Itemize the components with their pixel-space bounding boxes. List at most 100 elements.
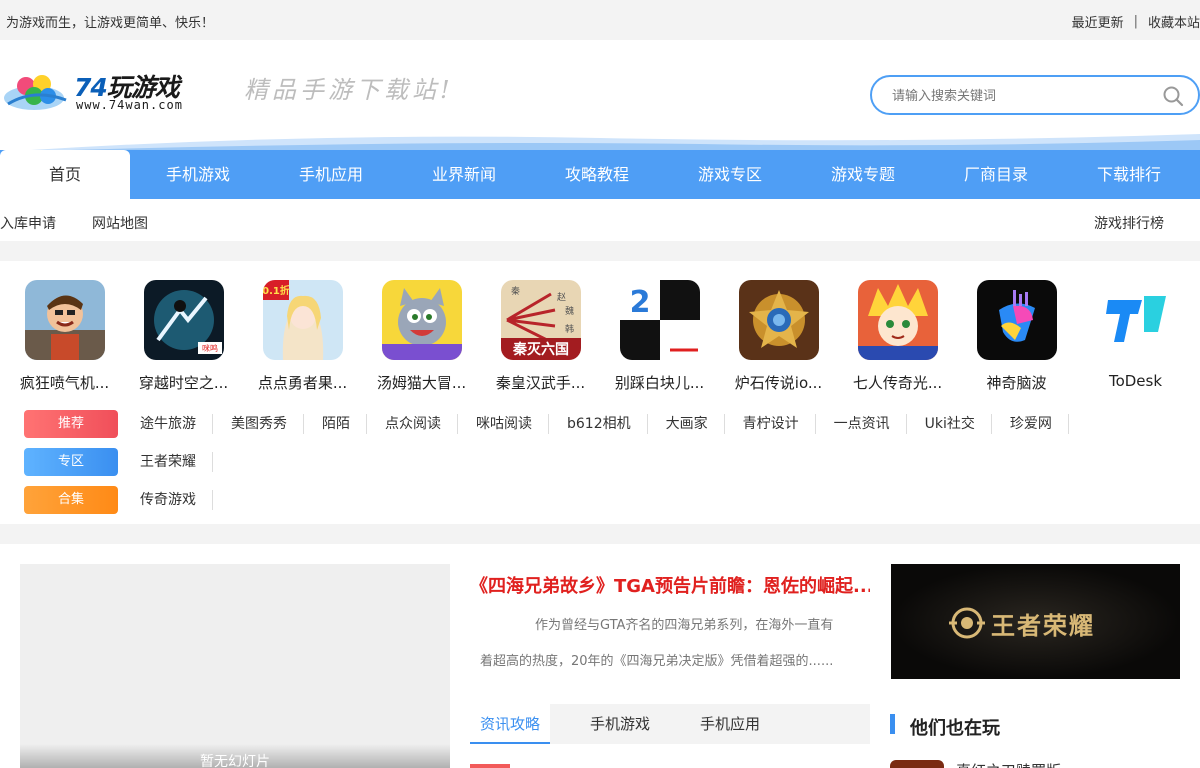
tom-cat-game-icon (381, 280, 462, 360)
app-item[interactable]: 神奇脑波 (957, 280, 1076, 392)
logo-ball-icon (4, 75, 67, 110)
search-icon[interactable] (1162, 85, 1184, 107)
app-label: 别踩白块儿... (614, 374, 705, 392)
slideshow-caption: 暂无幻灯片 (20, 744, 450, 768)
honor-of-kings-banner[interactable]: 王者荣耀 (891, 564, 1180, 679)
nav-industry-news[interactable]: 业界新闻 (399, 150, 529, 199)
collection-links: 传奇游戏 (122, 486, 213, 514)
app-icon-text: 韩 (565, 323, 574, 335)
site-header: 74玩游戏 www.74wan.com 精品手游下载站! (0, 40, 1200, 150)
site-slogan: 为游戏而生，让游戏更简单、快乐！ (6, 16, 215, 31)
game-emblem-icon (949, 607, 985, 639)
nav-mobile-games[interactable]: 手机游戏 (133, 150, 263, 199)
app-item[interactable]: 汤姆猫大冒... (362, 280, 481, 392)
time-travel-game-icon: 咪鸣 (143, 280, 224, 360)
nav-guides[interactable]: 攻略教程 (532, 150, 662, 199)
others-playing-header: 他们也在玩 (890, 712, 1190, 742)
app-icon-text: 秦灭六国 (512, 341, 569, 358)
main-nav: 首页 手机游戏 手机应用 业界新闻 攻略教程 游戏专区 游戏专题 厂商目录 下载… (0, 150, 1200, 199)
featured-apps: 疯狂喷气机... 咪鸣 穿越时空之... 0.1折 点点勇者果... 汤姆猫大冒… (0, 261, 1200, 524)
recommend-links: 途牛旅游 美图秀秀 陌陌 点众阅读 咪咕阅读 b612相机 大画家 青柠设计 一… (122, 410, 1069, 438)
nav-download-rank[interactable]: 下载排行 (1064, 150, 1194, 199)
app-item[interactable]: 0.1折 点点勇者果... (243, 280, 362, 392)
site-logo[interactable]: 74玩游戏 www.74wan.com (4, 66, 214, 116)
app-label: 点点勇者果... (257, 374, 348, 392)
hearthstone-icon (738, 280, 819, 360)
brave-hero-game-icon: 0.1折 (262, 280, 343, 360)
recommend-tag[interactable]: 推荐 (24, 410, 118, 438)
jetpack-game-icon (24, 280, 105, 360)
content-tabs: 资讯攻略 手机游戏 手机应用 (470, 704, 870, 744)
tag-link[interactable]: 途牛旅游 (122, 414, 213, 434)
tag-link[interactable]: 青柠设计 (725, 414, 816, 434)
tag-link[interactable]: b612相机 (549, 414, 648, 434)
app-item[interactable]: 七人传奇光... (838, 280, 957, 392)
bookmark-link[interactable]: 收藏本站 (1148, 12, 1200, 31)
game-title[interactable]: 真红之刃赎罪版 (956, 760, 1061, 768)
app-icon-text: 秦 (511, 285, 520, 297)
news-summary-line1: 作为曾经与GTA齐名的四海兄弟系列，在海外一直有 (535, 618, 834, 633)
nav-game-zones[interactable]: 游戏专区 (665, 150, 795, 199)
app-label: 穿越时空之... (138, 374, 229, 392)
zone-tag[interactable]: 专区 (24, 448, 118, 476)
todesk-icon (1095, 280, 1176, 360)
top-bar: 为游戏而生，让游戏更简单、快乐！ 最近更新 | 收藏本站 (0, 0, 1200, 40)
nav-home[interactable]: 首页 (0, 150, 130, 199)
top-links: 最近更新 | 收藏本站 (1072, 12, 1200, 31)
app-label: 神奇脑波 (986, 374, 1047, 392)
list-marker (470, 764, 510, 768)
app-item[interactable]: 炉石传说io... (719, 280, 838, 392)
zone-row: 专区 王者荣耀 (0, 448, 1200, 476)
search-input[interactable] (892, 85, 1152, 105)
tab-mobile-apps[interactable]: 手机应用 (690, 704, 770, 744)
seven-deadly-sins-icon (857, 280, 938, 360)
tab-mobile-games[interactable]: 手机游戏 (580, 704, 660, 744)
app-icon-text: 魏 (565, 305, 574, 317)
collection-tag[interactable]: 合集 (24, 486, 118, 514)
apply-link[interactable]: 入库申请 (0, 213, 56, 233)
app-item[interactable]: ToDesk (1076, 280, 1195, 392)
qin-han-game-icon: 秦 赵 魏 韩 秦灭六国 (500, 280, 581, 360)
tag-link[interactable]: 珍爱网 (992, 414, 1069, 434)
section-accent-bar (890, 714, 895, 734)
tag-link[interactable]: 传奇游戏 (122, 490, 213, 510)
zone-links: 王者荣耀 (122, 448, 213, 476)
app-icon-text: 2 (629, 285, 650, 320)
tag-link[interactable]: 陌陌 (304, 414, 367, 434)
app-item[interactable]: 疯狂喷气机... (5, 280, 124, 392)
tag-link[interactable]: 咪咕阅读 (458, 414, 549, 434)
tab-news-guides[interactable]: 资讯攻略 (470, 704, 550, 744)
app-item[interactable]: 秦 赵 魏 韩 秦灭六国 秦皇汉武手... (481, 280, 600, 392)
app-item[interactable]: 2 别踩白块儿... (600, 280, 719, 392)
separator: | (1133, 14, 1138, 29)
tag-link[interactable]: 大画家 (648, 414, 725, 434)
tag-link[interactable]: 点众阅读 (367, 414, 458, 434)
logo-domain: www.74wan.com (76, 98, 183, 112)
app-label: ToDesk (1108, 372, 1163, 390)
app-label: 炉石传说io... (734, 374, 823, 392)
app-icon-text: 赵 (557, 291, 566, 303)
tag-link[interactable]: 美图秀秀 (213, 414, 304, 434)
tag-link[interactable]: Uki社交 (907, 414, 992, 434)
sub-nav: 入库申请 网站地图 游戏排行榜 (0, 199, 1200, 241)
piano-tiles-icon: 2 (619, 280, 700, 360)
news-summary-line2: 着超高的热度，20年的《四海兄弟决定版》凭借着超强的...... (480, 654, 834, 669)
slideshow[interactable]: 暂无幻灯片 (20, 564, 450, 768)
sitemap-link[interactable]: 网站地图 (92, 213, 148, 233)
app-label: 七人传奇光... (852, 374, 943, 392)
app-icon-badge: 咪鸣 (202, 343, 218, 353)
game-rank-link[interactable]: 游戏排行榜 (1094, 213, 1164, 233)
app-label: 疯狂喷气机... (19, 374, 110, 392)
nav-vendors[interactable]: 厂商目录 (931, 150, 1061, 199)
nav-game-topics[interactable]: 游戏专题 (798, 150, 928, 199)
game-thumbnail[interactable] (890, 760, 944, 768)
tag-link[interactable]: 王者荣耀 (122, 452, 213, 472)
app-icon-badge: 0.1折 (263, 284, 290, 297)
nav-mobile-apps[interactable]: 手机应用 (266, 150, 396, 199)
app-label: 秦皇汉武手... (495, 374, 586, 392)
tag-link[interactable]: 一点资讯 (816, 414, 907, 434)
recent-updates-link[interactable]: 最近更新 (1072, 12, 1124, 31)
app-item[interactable]: 咪鸣 穿越时空之... (124, 280, 243, 392)
news-headline[interactable]: 《四海兄弟故乡》TGA预告片前瞻：恩佐的崛起... (470, 572, 870, 598)
search-box (870, 75, 1200, 115)
